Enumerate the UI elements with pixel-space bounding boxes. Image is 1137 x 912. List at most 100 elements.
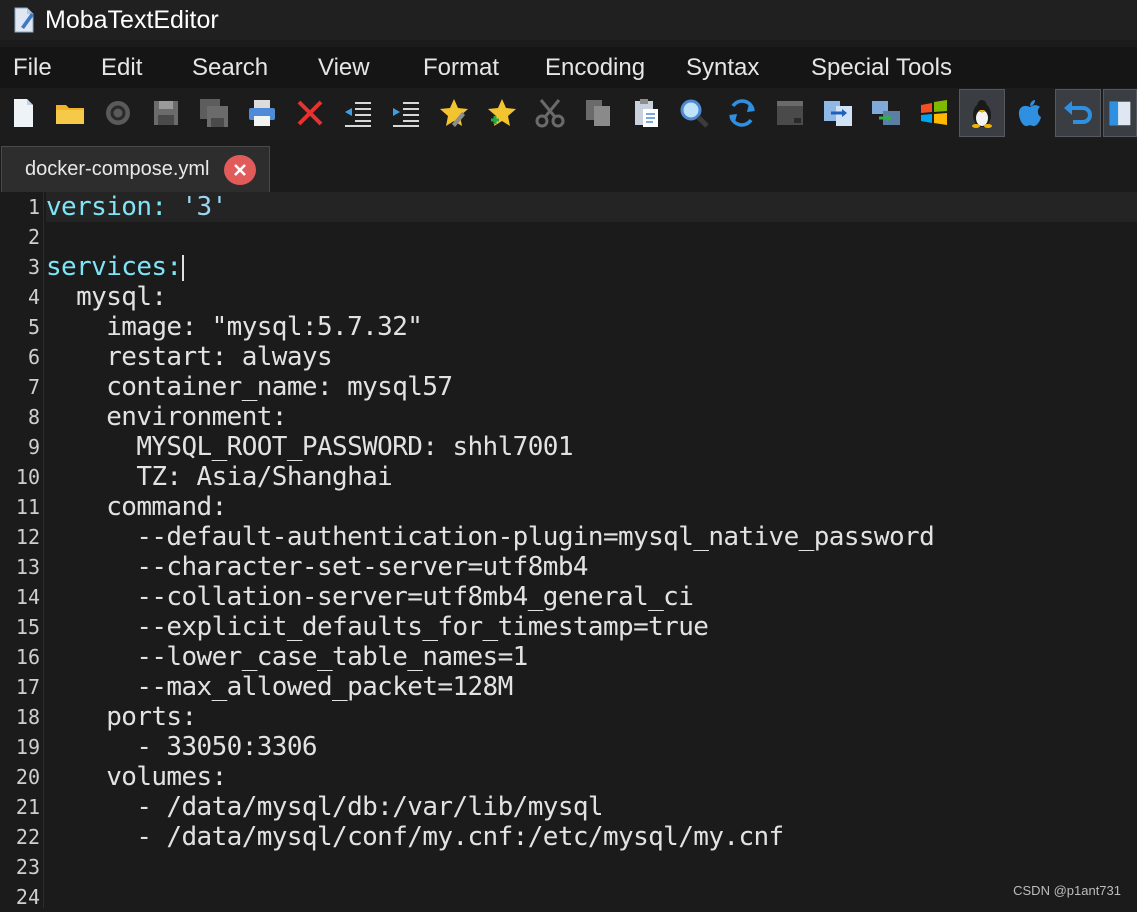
line-number: 9 <box>27 435 40 459</box>
menu-edit[interactable]: Edit <box>101 54 142 82</box>
code-line-14[interactable]: --collation-server=utf8mb4_general_ci <box>46 582 694 612</box>
code-line-10[interactable]: TZ: Asia/Shanghai <box>46 462 393 492</box>
save-all-button[interactable] <box>191 89 237 137</box>
title-bar: MobaTextEditor <box>0 0 1137 40</box>
line-number: 7 <box>27 375 40 399</box>
window-title: MobaTextEditor <box>45 5 219 34</box>
line-number: 17 <box>15 675 40 699</box>
find-button[interactable] <box>671 89 717 137</box>
menu-encoding[interactable]: Encoding <box>545 54 645 82</box>
print-button[interactable] <box>239 89 285 137</box>
menu-file[interactable]: File <box>13 54 52 82</box>
panel-icon <box>1109 101 1131 126</box>
close-file-button[interactable] <box>287 89 333 137</box>
menu-view[interactable]: View <box>318 54 370 82</box>
menu-search[interactable]: Search <box>192 54 268 82</box>
undo-icon <box>1064 101 1092 124</box>
line-number: 22 <box>15 825 40 849</box>
code-line-17[interactable]: --max_allowed_packet=128M <box>46 672 513 702</box>
indent-button[interactable] <box>383 89 429 137</box>
new-file-button[interactable] <box>0 89 46 137</box>
yaml-key-services: services: <box>46 252 182 282</box>
line-number: 11 <box>15 495 40 519</box>
bookmark-add-icon <box>488 99 516 126</box>
terminal-button[interactable] <box>767 89 813 137</box>
text-caret <box>182 254 185 281</box>
replace-icon <box>729 99 755 127</box>
cut-icon <box>535 99 565 128</box>
linux-eol-button[interactable] <box>959 89 1005 137</box>
open-button[interactable] <box>47 89 93 137</box>
code-line-1[interactable]: version: '3' <box>46 192 1137 222</box>
paste-icon <box>635 99 658 127</box>
save-all-icon <box>200 99 228 127</box>
watermark: CSDN @p1ant731 <box>1013 883 1121 898</box>
outdent-button[interactable] <box>335 89 381 137</box>
menu-bar: File Edit Search View Format Encoding Sy… <box>0 47 1137 89</box>
line-number: 18 <box>15 705 40 729</box>
reload-button[interactable] <box>95 89 141 137</box>
code-line-6[interactable]: restart: always <box>46 342 332 372</box>
replace-button[interactable] <box>719 89 765 137</box>
copy-button[interactable] <box>575 89 621 137</box>
yaml-key-version: version: <box>46 192 167 222</box>
line-number: 21 <box>15 795 40 819</box>
close-icon <box>234 164 246 176</box>
mac-icon <box>1018 100 1041 127</box>
code-line-18[interactable]: ports: <box>46 702 197 732</box>
tab-strip: docker-compose.yml <box>0 140 1137 193</box>
open-folder-icon <box>56 105 84 124</box>
code-line-8[interactable]: environment: <box>46 402 287 432</box>
undo-button[interactable] <box>1055 89 1101 137</box>
save-icon <box>154 101 178 125</box>
reload-icon <box>106 101 130 125</box>
paste-button[interactable] <box>623 89 669 137</box>
close-icon <box>297 100 323 126</box>
line-number: 19 <box>15 735 40 759</box>
mac-eol-button[interactable] <box>1007 89 1053 137</box>
cut-button[interactable] <box>527 89 573 137</box>
compare-icon <box>824 101 852 126</box>
copy-icon <box>586 100 610 126</box>
code-line-20[interactable]: volumes: <box>46 762 227 792</box>
menu-format[interactable]: Format <box>423 54 499 82</box>
save-button[interactable] <box>143 89 189 137</box>
app-icon <box>14 7 34 33</box>
code-line-22[interactable]: - /data/mysql/conf/my.cnf:/etc/mysql/my.… <box>46 822 784 852</box>
menu-special-tools[interactable]: Special Tools <box>811 54 952 82</box>
yaml-value-version: '3' <box>181 192 228 222</box>
line-number: 1 <box>27 195 40 219</box>
tab-docker-compose[interactable]: docker-compose.yml <box>1 146 270 192</box>
bookmark-add-button[interactable] <box>479 89 525 137</box>
indent-icon <box>393 102 419 127</box>
code-line-3[interactable]: services: <box>46 252 185 282</box>
code-line-11[interactable]: command: <box>46 492 227 522</box>
code-line-12[interactable]: --default-authentication-plugin=mysql_na… <box>46 522 934 552</box>
code-line-9[interactable]: MYSQL_ROOT_PASSWORD: shhl7001 <box>46 432 573 462</box>
windows-eol-button[interactable] <box>911 89 957 137</box>
network-button[interactable] <box>863 89 909 137</box>
tab-close-button[interactable] <box>224 155 256 185</box>
code-line-19[interactable]: - 33050:3306 <box>46 732 317 762</box>
panel-toggle-button[interactable] <box>1103 89 1137 137</box>
line-number: 15 <box>15 615 40 639</box>
bookmark-edit-button[interactable] <box>431 89 477 137</box>
line-number: 6 <box>27 345 40 369</box>
code-line-15[interactable]: --explicit_defaults_for_timestamp=true <box>46 612 709 642</box>
code-line-4[interactable]: mysql: <box>46 282 167 312</box>
line-number: 10 <box>15 465 40 489</box>
code-line-5[interactable]: image: "mysql:5.7.32" <box>46 312 423 342</box>
compare-button[interactable] <box>815 89 861 137</box>
line-number: 12 <box>15 525 40 549</box>
network-icon <box>872 101 900 125</box>
print-icon <box>249 100 275 126</box>
code-line-7[interactable]: container_name: mysql57 <box>46 372 453 402</box>
code-line-21[interactable]: - /data/mysql/db:/var/lib/mysql <box>46 792 603 822</box>
line-number: 16 <box>15 645 40 669</box>
line-number: 2 <box>27 225 40 249</box>
code-line-13[interactable]: --character-set-server=utf8mb4 <box>46 552 588 582</box>
toolbar <box>0 88 1137 140</box>
menu-syntax[interactable]: Syntax <box>686 54 759 82</box>
code-line-16[interactable]: --lower_case_table_names=1 <box>46 642 528 672</box>
code-editor[interactable]: 1 2 3 4 5 6 7 8 9 10 11 12 13 14 15 16 1… <box>0 192 1137 909</box>
